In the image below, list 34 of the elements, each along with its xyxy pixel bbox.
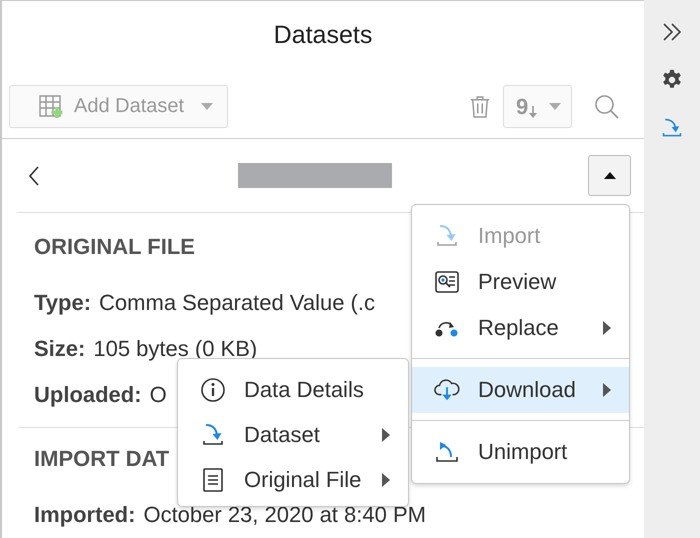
caret-icon <box>549 103 561 110</box>
back-icon[interactable] <box>29 166 39 186</box>
field-label: Imported: <box>34 502 136 528</box>
preview-icon <box>434 269 460 295</box>
menu-item[interactable]: Preview <box>412 259 629 305</box>
trash-icon[interactable] <box>470 94 490 118</box>
import-icon <box>200 422 226 448</box>
section-heading: IMPORT DAT <box>34 446 170 473</box>
down-arrow-icon <box>529 106 538 118</box>
field-label: Uploaded: <box>34 382 142 408</box>
table-add-icon <box>38 94 64 120</box>
info-icon <box>200 376 226 402</box>
menu-item[interactable]: Original File <box>178 457 408 502</box>
unimport-icon <box>434 439 460 465</box>
cloud-download-icon <box>434 377 460 403</box>
collapse-button[interactable] <box>588 155 631 196</box>
field-label: Type: <box>34 290 92 316</box>
field-value: 105 bytes (0 KB) <box>93 336 258 362</box>
menu-item[interactable]: Unimport <box>412 429 629 475</box>
menu-item[interactable]: Data Details <box>178 367 408 412</box>
field-label: Size: <box>34 336 86 362</box>
menu-item[interactable]: Dataset <box>178 412 408 457</box>
panel-title: Datasets <box>272 20 374 47</box>
search-icon[interactable] <box>594 94 620 120</box>
field-value: Comma Separated Value (.c <box>99 290 375 316</box>
section-heading: ORIGINAL FILE <box>34 234 195 261</box>
field-value: October 23, 2020 at 8:40 PM <box>143 502 426 528</box>
menu-item[interactable]: Download <box>412 367 629 413</box>
caret-icon <box>201 103 213 110</box>
caret-up-icon <box>604 172 616 179</box>
import-icon <box>434 223 460 249</box>
field-value: O <box>150 382 167 408</box>
document-icon <box>200 466 226 492</box>
menu-item[interactable]: Replace <box>412 305 629 351</box>
